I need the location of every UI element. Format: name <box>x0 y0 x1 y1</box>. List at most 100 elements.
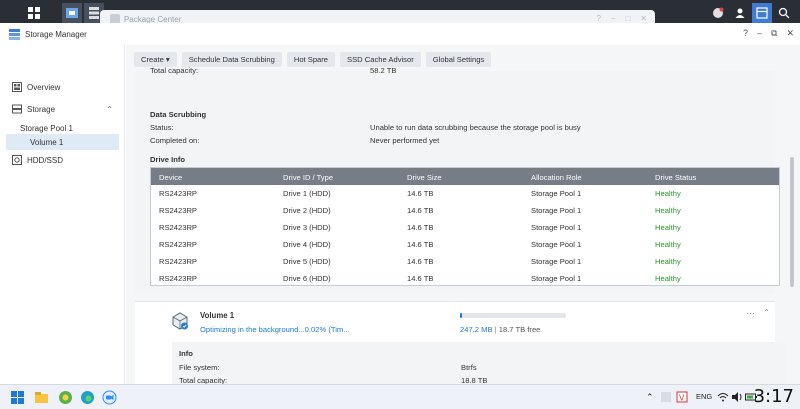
wifi-icon[interactable] <box>717 391 729 403</box>
column-header[interactable]: Drive ID / Type <box>283 173 333 182</box>
allocation-role-cell: Storage Pool 1 <box>531 223 582 232</box>
column-header[interactable]: Allocation Role <box>531 173 582 182</box>
storage-manager-app-icon <box>9 29 20 40</box>
usage-progress-bar <box>460 313 566 318</box>
volume-status-link[interactable]: Optimizing in the background...0.02% (Ti… <box>200 325 350 334</box>
ssd-cache-advisor-button[interactable]: SSD Cache Advisor <box>340 52 421 67</box>
device-cell: RS2423RP <box>159 206 197 215</box>
drive-status-cell: Healthy <box>655 240 681 249</box>
user-icon[interactable] <box>730 3 750 23</box>
zoom-icon[interactable] <box>102 390 117 405</box>
scrollbar-thumb[interactable] <box>790 157 794 287</box>
device-cell: RS2423RP <box>159 274 197 283</box>
column-header[interactable]: Drive Status <box>655 173 696 182</box>
table-header: Device Drive ID / Type Drive Size Alloca… <box>151 168 779 185</box>
free-space: 18.7 TB free <box>498 325 541 334</box>
schedule-data-scrubbing-button[interactable]: Schedule Data Scrubbing <box>181 52 282 67</box>
volume-speaker-icon[interactable] <box>731 391 743 403</box>
drive-id-cell: Drive 6 (HDD) <box>283 274 331 283</box>
storage-manager-window: Storage Manager ? – ⧉ ✕ Overview Storage… <box>0 23 800 392</box>
windows-taskbar: ⌃ V ENG 3:17 <box>0 384 800 409</box>
drive-id-cell: Drive 2 (HDD) <box>283 206 331 215</box>
chevron-up-icon[interactable]: ⌃ <box>646 392 654 403</box>
close-icon[interactable]: ✕ <box>640 14 647 23</box>
window-titlebar[interactable]: Storage Manager ? – ⧉ ✕ <box>0 23 800 45</box>
sidebar-item-storage[interactable]: Storage ⌃ <box>6 101 119 117</box>
scrubbing-status-value: Unable to run data scrubbing because the… <box>370 123 581 132</box>
drive-size-cell: 14.6 TB <box>407 206 434 215</box>
close-icon[interactable]: ✕ <box>786 28 794 39</box>
drive-id-cell: Drive 4 (HDD) <box>283 240 331 249</box>
sidebar-item-overview[interactable]: Overview <box>6 79 119 95</box>
toolbar: Create ▾ Schedule Data Scrubbing Hot Spa… <box>134 52 492 67</box>
table-row[interactable]: RS2423RP Drive 4 (HDD) 14.6 TB Storage P… <box>151 236 779 253</box>
storage-icon <box>12 104 22 114</box>
main-menu-icon[interactable] <box>24 3 44 23</box>
package-center-task-icon[interactable] <box>62 3 82 23</box>
antivirus-icon[interactable]: V <box>676 391 688 403</box>
minimize-icon[interactable]: – <box>611 14 615 23</box>
chevron-up-icon[interactable]: ⌃ <box>106 105 113 114</box>
table-row[interactable]: RS2423RP Drive 2 (HDD) 14.6 TB Storage P… <box>151 202 779 219</box>
maximize-icon[interactable]: □ <box>625 14 630 23</box>
help-icon[interactable]: ? <box>597 14 601 23</box>
language-indicator[interactable]: ENG <box>696 392 712 401</box>
volume-name: Volume 1 <box>200 311 235 320</box>
table-row[interactable]: RS2423RP Drive 6 (HDD) 14.6 TB Storage P… <box>151 270 779 285</box>
device-cell: RS2423RP <box>159 257 197 266</box>
device-cell: RS2423RP <box>159 189 197 198</box>
drive-id-cell: Drive 3 (HDD) <box>283 223 331 232</box>
restore-icon[interactable]: ⧉ <box>771 28 777 39</box>
hot-spare-button[interactable]: Hot Spare <box>286 52 336 67</box>
file-explorer-icon[interactable] <box>34 390 49 405</box>
drive-id-cell: Drive 1 (HDD) <box>283 189 331 198</box>
table-row[interactable]: RS2423RP Drive 5 (HDD) 14.6 TB Storage P… <box>151 253 779 270</box>
column-header[interactable]: Device <box>159 173 182 182</box>
help-icon[interactable]: ? <box>743 28 748 39</box>
edge-browser-icon[interactable] <box>80 390 95 405</box>
sidebar: Overview Storage ⌃ Storage Pool 1 Volume… <box>0 45 125 384</box>
drive-size-cell: 14.6 TB <box>407 274 434 283</box>
drive-size-cell: 14.6 TB <box>407 189 434 198</box>
svg-text:V: V <box>679 394 685 403</box>
clock[interactable]: 3:17 <box>754 386 794 407</box>
search-icon[interactable] <box>774 3 794 23</box>
table-row[interactable]: RS2423RP Drive 1 (HDD) 14.6 TB Storage P… <box>151 185 779 202</box>
collapse-icon[interactable]: ⌃ <box>763 308 770 317</box>
sidebar-item-volume-1[interactable]: Volume 1 <box>6 134 119 150</box>
create-button[interactable]: Create ▾ <box>134 52 177 67</box>
file-system-value: Btrfs <box>461 363 477 372</box>
column-header[interactable]: Drive Size <box>407 173 442 182</box>
drive-size-cell: 14.6 TB <box>407 257 434 266</box>
drive-status-cell: Healthy <box>655 257 681 266</box>
sidebar-item-label: Volume 1 <box>30 137 64 147</box>
sidebar-item-label: Overview <box>27 82 61 92</box>
total-capacity-label: Total capacity: <box>150 66 199 75</box>
global-settings-button[interactable]: Global Settings <box>425 52 492 67</box>
usage-progress-fill <box>460 313 463 318</box>
drive-status-cell: Healthy <box>655 189 681 198</box>
total-capacity-value: 58.2 TB <box>370 66 397 75</box>
tray-app-icon[interactable] <box>660 391 672 403</box>
windows-start-icon[interactable] <box>10 390 25 405</box>
info-title: Info <box>179 349 193 358</box>
app-icon[interactable] <box>58 390 73 405</box>
main-content: Create ▾ Schedule Data Scrubbing Hot Spa… <box>126 45 800 392</box>
drive-id-cell: Drive 5 (HDD) <box>283 257 331 266</box>
volume-icon <box>172 312 188 330</box>
window-title: Storage Manager <box>25 30 87 39</box>
device-cell: RS2423RP <box>159 240 197 249</box>
allocation-role-cell: Storage Pool 1 <box>531 240 582 249</box>
drive-size-cell: 14.6 TB <box>407 223 434 232</box>
more-options-icon[interactable]: ··· <box>746 308 755 318</box>
drive-info-title: Drive Info <box>150 155 186 164</box>
notifications-icon[interactable] <box>708 3 728 23</box>
sidebar-item-hdd-ssd[interactable]: HDD/SSD <box>6 152 119 168</box>
volume-card: Volume 1 Optimizing in the background...… <box>135 301 786 392</box>
drive-status-cell: Healthy <box>655 223 681 232</box>
minimize-icon[interactable]: – <box>757 28 762 39</box>
table-row[interactable]: RS2423RP Drive 3 (HDD) 14.6 TB Storage P… <box>151 219 779 236</box>
drive-status-cell: Healthy <box>655 206 681 215</box>
drive-status-cell: Healthy <box>655 274 681 283</box>
widgets-icon[interactable] <box>752 3 772 23</box>
